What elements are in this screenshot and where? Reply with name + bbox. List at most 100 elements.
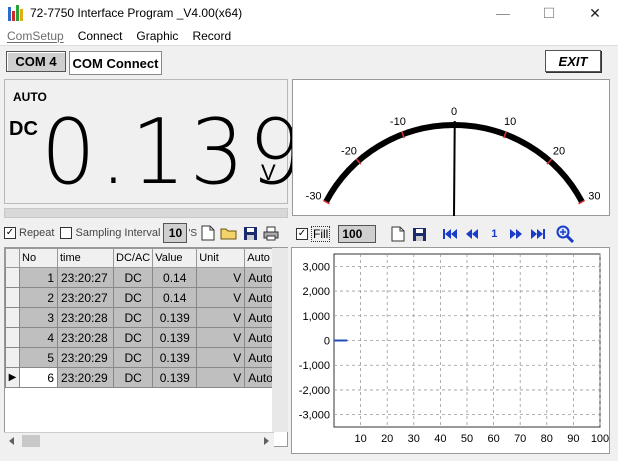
menu-record[interactable]: Record: [185, 29, 238, 43]
x-tick-label: 30: [408, 433, 420, 445]
scroll-thumb[interactable]: [22, 435, 40, 447]
sampling-interval-checkbox[interactable]: [60, 227, 73, 239]
next-page-icon[interactable]: [505, 224, 527, 244]
meter-scale-label: 0: [451, 106, 457, 118]
zoom-icon[interactable]: [555, 224, 575, 244]
col-time[interactable]: time: [57, 248, 114, 268]
row-indicator: ▶: [5, 367, 20, 388]
com-connect-button[interactable]: COM Connect: [69, 51, 162, 75]
cell-unit: V: [196, 347, 246, 368]
fill-label: Fill: [311, 226, 331, 242]
page-number: 1: [491, 228, 498, 240]
menu-connect[interactable]: Connect: [71, 29, 130, 43]
col-dcac[interactable]: DC/AC: [112, 248, 154, 268]
col-unit[interactable]: Unit: [196, 248, 246, 268]
table-row[interactable]: ▶ 6 23:20:29 DC 0.139 V Auto: [5, 367, 277, 388]
y-tick-label: 0: [324, 336, 330, 348]
x-tick-label: 100: [591, 433, 609, 445]
table-vertical-scrollbar[interactable]: [272, 248, 288, 432]
col-value[interactable]: Value: [152, 248, 198, 268]
meter-dial: -30 -20 -10 0 10 20 30: [306, 106, 601, 217]
table-row[interactable]: 4 23:20:28 DC 0.139 V Auto: [5, 327, 277, 348]
table-row[interactable]: 5 23:20:29 DC 0.139 V Auto: [5, 347, 277, 368]
header-indicator: [5, 248, 20, 268]
row-indicator: [5, 267, 20, 288]
row-indicator: [5, 307, 20, 328]
cell-dcac: DC: [112, 367, 154, 388]
points-input[interactable]: 100: [338, 225, 377, 243]
cell-unit: V: [196, 287, 246, 308]
y-tick-label: 1,000: [302, 311, 330, 323]
meter-scale-label: -10: [390, 116, 406, 128]
title-bar: 72-7750 Interface Program _V4.00(x64) — …: [0, 0, 618, 26]
row-indicator: [5, 287, 20, 308]
x-tick-label: 80: [541, 433, 553, 445]
table-row[interactable]: 2 23:20:27 DC 0.14 V Auto: [5, 287, 277, 308]
cell-time: 23:20:27: [57, 267, 114, 288]
cell-dcac: DC: [112, 267, 154, 288]
y-tick-label: -1,000: [299, 360, 330, 372]
first-page-icon[interactable]: [439, 224, 461, 244]
cell-no: 6: [19, 367, 58, 388]
x-tick-label: 90: [567, 433, 579, 445]
print-icon[interactable]: [261, 223, 281, 243]
analog-meter: -30 -20 -10 0 10 20 30: [292, 79, 610, 217]
cell-value: 0.139: [152, 307, 198, 328]
cell-no: 1: [19, 267, 58, 288]
new-file-icon[interactable]: [198, 223, 218, 243]
last-page-icon[interactable]: [527, 224, 549, 244]
data-table: No time DC/AC Value Unit Auto 1 23:20:27 D…: [4, 247, 288, 447]
cell-dcac: DC: [112, 347, 154, 368]
table-horizontal-scrollbar[interactable]: [4, 432, 274, 448]
cell-value: 0.139: [152, 327, 198, 348]
table-row[interactable]: 1 23:20:27 DC 0.14 V Auto: [5, 267, 277, 288]
cell-dcac: DC: [112, 327, 154, 348]
y-tick-label: -2,000: [299, 385, 330, 397]
scroll-left-arrow[interactable]: [9, 437, 14, 445]
lcd-display: AUTO DC 0.139 V: [4, 79, 303, 205]
x-tick-label: 60: [487, 433, 499, 445]
com-port-label: COM 4: [6, 51, 66, 72]
save-icon[interactable]: [240, 223, 260, 243]
cell-time: 23:20:29: [57, 347, 114, 368]
meter-scale-label: 20: [553, 146, 565, 158]
open-folder-icon[interactable]: [219, 223, 239, 243]
close-button[interactable]: ✕: [572, 0, 618, 26]
repeat-checkbox[interactable]: ✓: [4, 227, 16, 239]
cell-unit: V: [196, 267, 246, 288]
chart-canvas: 10 20 30 40 50 60 70 80 90 100 3,000 2,000 1,000 0 -1,…: [299, 253, 609, 445]
meter-scale-label: 30: [588, 190, 600, 202]
minimize-button[interactable]: —: [480, 0, 526, 26]
menu-graphic[interactable]: Graphic: [129, 29, 185, 43]
cell-value: 0.14: [152, 287, 198, 308]
display-scrollbar[interactable]: [4, 208, 288, 218]
interval-unit: 'S: [188, 227, 198, 239]
cell-no: 4: [19, 327, 58, 348]
repeat-label: Repeat: [19, 227, 55, 239]
window-title: 72-7750 Interface Program _V4.00(x64): [30, 6, 243, 20]
record-toolbar: ✓ Repeat Sampling Interval 10 'S: [4, 222, 288, 244]
table-row[interactable]: 3 23:20:28 DC 0.139 V Auto: [5, 307, 277, 328]
scroll-right-arrow[interactable]: [264, 437, 269, 445]
trend-chart: 10 20 30 40 50 60 70 80 90 100 3,000 2,000 1,000 0 -1,…: [291, 247, 610, 454]
cell-unit: V: [196, 327, 246, 348]
cell-dcac: DC: [112, 307, 154, 328]
cell-time: 23:20:28: [57, 307, 114, 328]
new-chart-icon[interactable]: [388, 224, 408, 244]
col-no[interactable]: No: [19, 248, 58, 268]
prev-page-icon[interactable]: [461, 224, 483, 244]
reading-value: 0.139: [41, 100, 308, 205]
menu-comsetup[interactable]: ComSetup: [0, 29, 71, 43]
interval-input[interactable]: 10: [163, 223, 188, 243]
exit-button[interactable]: EXIT: [545, 50, 601, 72]
cell-no: 3: [19, 307, 58, 328]
y-tick-label: -3,000: [299, 410, 330, 422]
fill-checkbox[interactable]: ✓: [296, 228, 308, 240]
x-tick-label: 20: [381, 433, 393, 445]
maximize-button[interactable]: ☐: [526, 0, 572, 26]
save-chart-icon[interactable]: [409, 224, 429, 244]
app-icon: [8, 5, 24, 21]
meter-scale-label: 10: [504, 116, 516, 128]
x-tick-label: 50: [461, 433, 473, 445]
cell-unit: V: [196, 367, 246, 388]
